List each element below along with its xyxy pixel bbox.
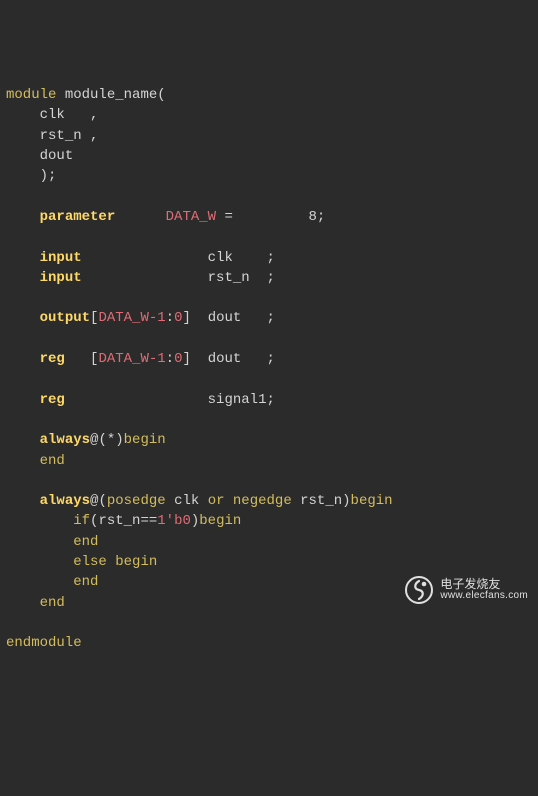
param-dataw: DATA_W [166, 209, 216, 225]
keyword-input: input [40, 270, 82, 286]
keyword-input: input [40, 250, 82, 266]
watermark-url: www.elecfans.com [440, 591, 528, 602]
signal1: signal1 [208, 392, 267, 408]
keyword-posedge: posedge [107, 493, 166, 509]
watermark-text: 电子发烧友 www.elecfans.com [440, 578, 528, 601]
keyword-reg: reg [40, 351, 65, 367]
port-dout: dout [40, 148, 74, 164]
keyword-begin: begin [351, 493, 393, 509]
keyword-else: else [73, 554, 107, 570]
literal-reset: 1'b0 [157, 513, 191, 529]
keyword-reg: reg [40, 392, 65, 408]
keyword-begin: begin [124, 432, 166, 448]
keyword-always: always [40, 432, 90, 448]
port-rstn: rst_n [40, 128, 82, 144]
keyword-begin: begin [199, 513, 241, 529]
watermark-logo-icon [404, 575, 434, 605]
keyword-output: output [40, 310, 90, 326]
keyword-negedge: negedge [233, 493, 292, 509]
code-block: module module_name( clk , rst_n , dout )… [6, 85, 532, 653]
watermark: 电子发烧友 www.elecfans.com [404, 575, 528, 605]
keyword-end: end [40, 453, 65, 469]
keyword-begin: begin [115, 554, 157, 570]
keyword-endmodule: endmodule [6, 635, 82, 651]
module-name: module_name [65, 87, 157, 103]
keyword-parameter: parameter [40, 209, 116, 225]
port-clk: clk [40, 107, 65, 123]
keyword-end: end [40, 595, 65, 611]
paren-close: ); [40, 168, 57, 184]
param-value: 8 [309, 209, 317, 225]
keyword-end: end [73, 574, 98, 590]
keyword-if: if [73, 513, 90, 529]
keyword-end: end [73, 534, 98, 550]
keyword-module: module [6, 87, 56, 103]
keyword-always: always [40, 493, 90, 509]
keyword-or: or [208, 493, 225, 509]
